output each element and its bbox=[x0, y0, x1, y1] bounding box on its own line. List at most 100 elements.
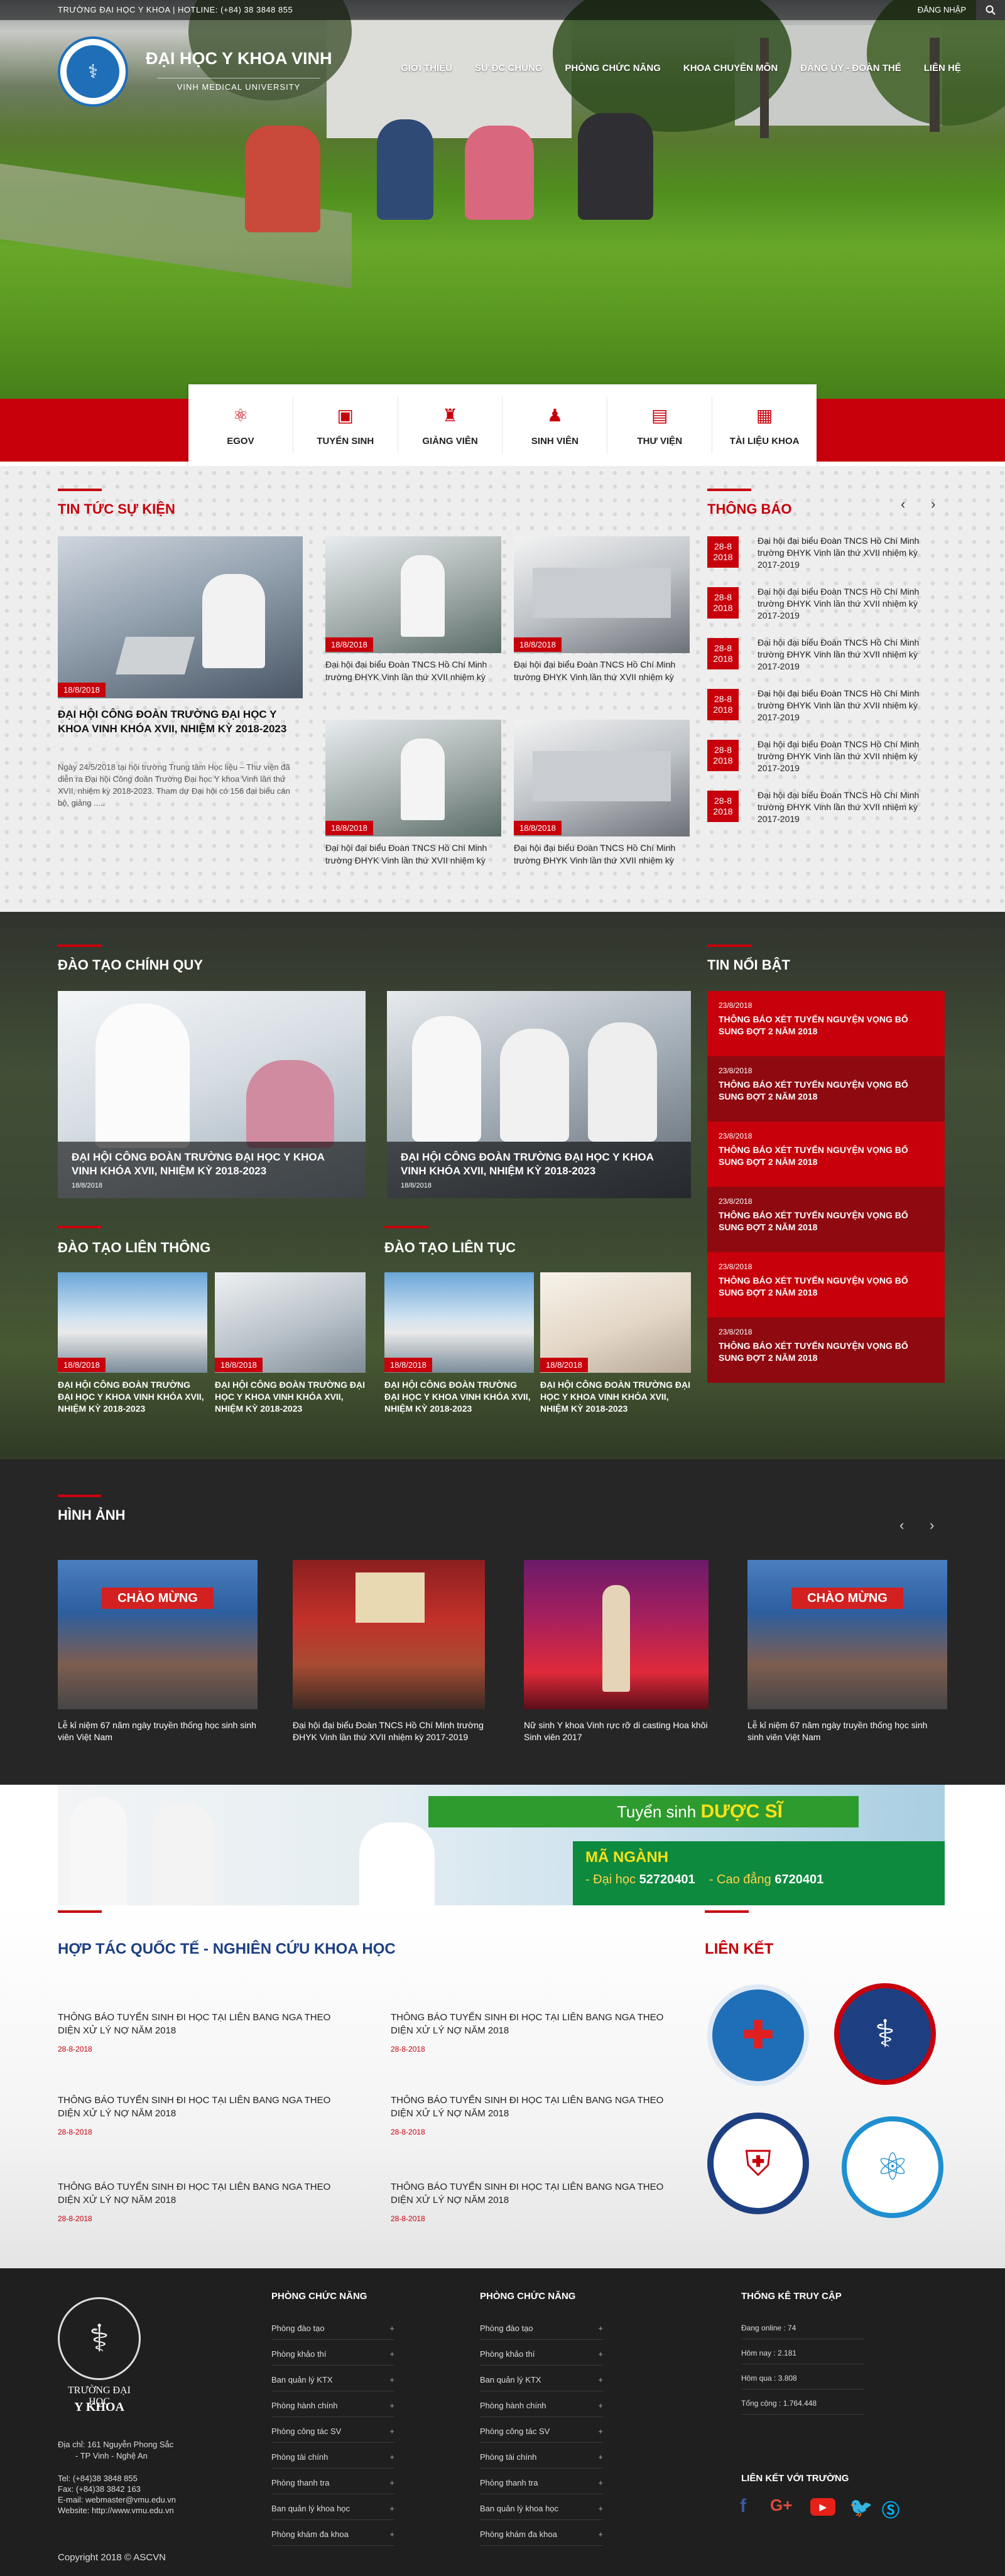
news-image[interactable] bbox=[514, 720, 690, 836]
quick-link-library[interactable]: ▤ THƯ VIỆN bbox=[607, 397, 713, 453]
footer-department-link[interactable]: Phòng hành chính + bbox=[271, 2401, 394, 2417]
partner-logo[interactable]: ✚ bbox=[707, 1984, 809, 2086]
search-button[interactable] bbox=[976, 0, 1005, 20]
footer-department-link[interactable]: Ban quản lý KTX + bbox=[271, 2375, 394, 2391]
quick-link-students[interactable]: ♟ SINH VIÊN bbox=[503, 397, 608, 453]
footer-department-link[interactable]: Phòng tài chính + bbox=[271, 2452, 394, 2469]
partner-logo[interactable]: ⛨ bbox=[707, 2113, 809, 2214]
news-image[interactable] bbox=[514, 536, 690, 653]
footer-department-link[interactable]: Phòng thanh tra + bbox=[271, 2478, 394, 2494]
highlight-item[interactable]: 23/8/2018 THÔNG BÁO XÉT TUYỂN NGUYỆN VỌNG… bbox=[707, 1056, 945, 1122]
footer-department-link[interactable]: Ban quản lý KTX + bbox=[480, 2375, 603, 2391]
nav-item-general[interactable]: SỰ ĐC CHUNG bbox=[464, 63, 553, 73]
card-title[interactable]: ĐẠI HỘI CÔNG ĐOÀN TRƯỜNG ĐẠI HỌC Y KHOA … bbox=[384, 1379, 534, 1415]
highlight-item[interactable]: 23/8/2018 THÔNG BÁO XÉT TUYỂN NGUYỆN VỌNG… bbox=[707, 1252, 945, 1318]
gallery-caption[interactable]: Lễ kỉ niệm 67 năm ngày truyền thống học … bbox=[747, 1719, 942, 1743]
quick-link-egov[interactable]: ⚛ EGOV bbox=[188, 397, 293, 453]
google-plus-icon[interactable]: G+ bbox=[770, 2496, 792, 2515]
nav-item-faculties[interactable]: KHOA CHUYÊN MÔN bbox=[672, 63, 789, 73]
news-item-title[interactable]: Đại hội đại biểu Đoàn TNCS Hồ Chí Minh t… bbox=[325, 842, 501, 867]
quick-link-lecturers[interactable]: ♜ GIẢNG VIÊN bbox=[398, 397, 503, 453]
footer-department-link[interactable]: Phòng tài chính + bbox=[480, 2452, 603, 2469]
footer-department-link[interactable]: Phòng đào tạo + bbox=[480, 2324, 603, 2340]
partner-logo[interactable]: ⚛ bbox=[842, 2116, 943, 2218]
announcement-item[interactable]: Đại hội đại biểu Đoàn TNCS Hồ Chí Minh t… bbox=[758, 586, 940, 622]
youtube-icon[interactable]: ▶ bbox=[810, 2498, 835, 2516]
announcement-item[interactable]: Đại hội đại biểu Đoàn TNCS Hồ Chí Minh t… bbox=[758, 535, 940, 571]
gallery-image[interactable]: CHÀO MỪNG bbox=[58, 1560, 258, 1709]
footer-col2-title: PHÒNG CHỨC NĂNG bbox=[480, 2291, 576, 2302]
highlight-item[interactable]: 23/8/2018 THÔNG BÁO XÉT TUYỂN NGUYỆN VỌNG… bbox=[707, 1122, 945, 1187]
gallery-caption[interactable]: Đại hội đại biểu Đoàn TNCS Hồ Chí Minh t… bbox=[293, 1719, 485, 1743]
department-label: Ban quản lý khoa học bbox=[271, 2504, 350, 2513]
footer-department-link[interactable]: Phòng khảo thí + bbox=[271, 2349, 394, 2366]
gallery-image[interactable]: CHÀO MỪNG bbox=[747, 1560, 947, 1709]
news-item-title[interactable]: Đại hội đại biểu Đoàn TNCS Hồ Chí Minh t… bbox=[514, 658, 690, 683]
university-logo[interactable]: ⚕ bbox=[58, 36, 128, 107]
card-title[interactable]: ĐẠI HỘI CÔNG ĐOÀN TRƯỜNG ĐẠI HỌC Y KHOA … bbox=[58, 1379, 207, 1415]
nav-item-party-union[interactable]: ĐẢNG ỦY - ĐOÀN THỂ bbox=[789, 63, 913, 73]
chevron-right-icon[interactable]: › bbox=[930, 1517, 934, 1534]
news-image[interactable] bbox=[325, 720, 501, 836]
facebook-icon[interactable]: f bbox=[740, 2496, 746, 2517]
card-date: 18/8/2018 bbox=[72, 1182, 102, 1189]
footer-logo[interactable]: ⚕ bbox=[58, 2297, 141, 2380]
footer-department-link[interactable]: Ban quản lý khoa học + bbox=[480, 2504, 603, 2520]
announcement-item[interactable]: Đại hội đại biểu Đoàn TNCS Hồ Chí Minh t… bbox=[758, 637, 940, 673]
login-link[interactable]: ĐĂNG NHẬP bbox=[918, 5, 966, 14]
announcement-item[interactable]: Đại hội đại biểu Đoàn TNCS Hồ Chí Minh t… bbox=[758, 789, 940, 825]
cooperation-item[interactable]: THÔNG BÁO TUYỂN SINH ĐI HỌC TẠI LIÊN BAN… bbox=[391, 2011, 667, 2037]
date-year: 2018 bbox=[713, 603, 733, 613]
announcement-date: 28-8 2018 bbox=[707, 740, 739, 771]
twitter-icon[interactable]: 🐦 bbox=[849, 2497, 872, 2519]
regular-training-card[interactable]: ĐẠI HỘI CÔNG ĐOÀN TRƯỜNG ĐẠI HỌC Y KHOA … bbox=[387, 991, 691, 1198]
regular-training-card[interactable]: ĐẠI HỘI CÔNG ĐOÀN TRƯỜNG ĐẠI HỌC Y KHOA … bbox=[58, 991, 366, 1198]
date-badge: 18/8/2018 bbox=[384, 1358, 432, 1372]
footer-department-link[interactable]: Phòng khám đa khoa + bbox=[480, 2530, 603, 2546]
partner-logo[interactable]: ⚕ bbox=[834, 1983, 936, 2085]
quick-link-enrollment[interactable]: ▣ TUYỂN SINH bbox=[293, 397, 398, 453]
cooperation-item[interactable]: THÔNG BÁO TUYỂN SINH ĐI HỌC TẠI LIÊN BAN… bbox=[391, 2094, 667, 2120]
department-label: Phòng công tác SV bbox=[271, 2427, 342, 2436]
news-image[interactable] bbox=[325, 536, 501, 653]
nav-item-contact[interactable]: LIÊN HỆ bbox=[913, 63, 972, 73]
card-title[interactable]: ĐẠI HỘI CÔNG ĐOÀN TRƯỜNG ĐẠI HỌC Y KHOA … bbox=[540, 1379, 691, 1415]
footer-tel: Tel: (+84)38 3848 855 bbox=[58, 2474, 138, 2483]
news-item-title[interactable]: Đại hội đại biểu Đoàn TNCS Hồ Chí Minh t… bbox=[514, 842, 690, 867]
chevron-right-icon[interactable]: › bbox=[931, 496, 935, 512]
featured-news-image[interactable] bbox=[58, 536, 303, 698]
footer-department-link[interactable]: Phòng thanh tra + bbox=[480, 2478, 603, 2494]
highlight-item[interactable]: 23/8/2018 THÔNG BÁO XÉT TUYỂN NGUYỆN VỌNG… bbox=[707, 1318, 945, 1383]
footer-department-link[interactable]: Phòng khảo thí + bbox=[480, 2349, 603, 2366]
cooperation-item[interactable]: THÔNG BÁO TUYỂN SINH ĐI HỌC TẠI LIÊN BAN… bbox=[58, 2011, 334, 2037]
announcement-item[interactable]: Đại hội đại biểu Đoàn TNCS Hồ Chí Minh t… bbox=[758, 688, 940, 723]
department-label: Ban quản lý KTX bbox=[480, 2375, 541, 2384]
gallery-image[interactable] bbox=[293, 1560, 485, 1709]
pharmacy-enrollment-banner[interactable]: Tuyển sinh DƯỢC SĨ MÃ NGÀNH - Đại học 52… bbox=[58, 1785, 945, 1905]
footer-department-link[interactable]: Phòng công tác SV + bbox=[480, 2427, 603, 2443]
cooperation-item[interactable]: THÔNG BÁO TUYỂN SINH ĐI HỌC TẠI LIÊN BAN… bbox=[58, 2094, 334, 2120]
chevron-left-icon[interactable]: ‹ bbox=[899, 1517, 904, 1534]
card-title[interactable]: ĐẠI HỘI CÔNG ĐOÀN TRƯỜNG ĐẠI HỌC Y KHOA … bbox=[215, 1379, 366, 1415]
announcement-item[interactable]: Đại hội đại biểu Đoàn TNCS Hồ Chí Minh t… bbox=[758, 739, 940, 774]
gallery-image[interactable] bbox=[524, 1560, 709, 1709]
quick-link-documents[interactable]: ▦ TÀI LIỆU KHOA bbox=[712, 397, 817, 453]
gallery-caption[interactable]: Lễ kỉ niệm 67 năm ngày truyền thống học … bbox=[58, 1719, 259, 1743]
footer-department-link[interactable]: Phòng công tác SV + bbox=[271, 2427, 394, 2443]
chevron-left-icon[interactable]: ‹ bbox=[901, 496, 905, 512]
cooperation-item[interactable]: THÔNG BÁO TUYỂN SINH ĐI HỌC TẠI LIÊN BAN… bbox=[391, 2180, 667, 2207]
nav-item-departments[interactable]: PHÒNG CHỨC NĂNG bbox=[553, 63, 671, 73]
footer-department-link[interactable]: Ban quản lý khoa học + bbox=[271, 2504, 394, 2520]
nav-item-about[interactable]: GIỚI THIỆU bbox=[389, 63, 464, 73]
footer-department-link[interactable]: Phòng hành chính + bbox=[480, 2401, 603, 2417]
highlight-item[interactable]: 23/8/2018 THÔNG BÁO XÉT TUYỂN NGUYỆN VỌNG… bbox=[707, 1187, 945, 1252]
highlight-item[interactable]: 23/8/2018 THÔNG BÁO XÉT TUYỂN NGUYỆN VỌNG… bbox=[707, 991, 945, 1056]
gallery-caption[interactable]: Nữ sinh Y khoa Vinh rực rỡ di casting Ho… bbox=[524, 1719, 709, 1743]
footer-department-link[interactable]: Phòng khám đa khoa + bbox=[271, 2530, 394, 2546]
cooperation-item[interactable]: THÔNG BÁO TUYỂN SINH ĐI HỌC TẠI LIÊN BAN… bbox=[58, 2180, 334, 2207]
caduceus-icon: ⚕ bbox=[874, 2013, 896, 2055]
footer-department-link[interactable]: Phòng đào tạo + bbox=[271, 2324, 394, 2340]
news-item-title[interactable]: Đại hội đại biểu Đoàn TNCS Hồ Chí Minh t… bbox=[325, 658, 501, 683]
featured-news-title[interactable]: ĐẠI HỘI CÔNG ĐOÀN TRƯỜNG ĐẠI HỌC Y KHOA … bbox=[58, 707, 303, 736]
skype-icon[interactable]: Ⓢ bbox=[882, 2497, 899, 2522]
